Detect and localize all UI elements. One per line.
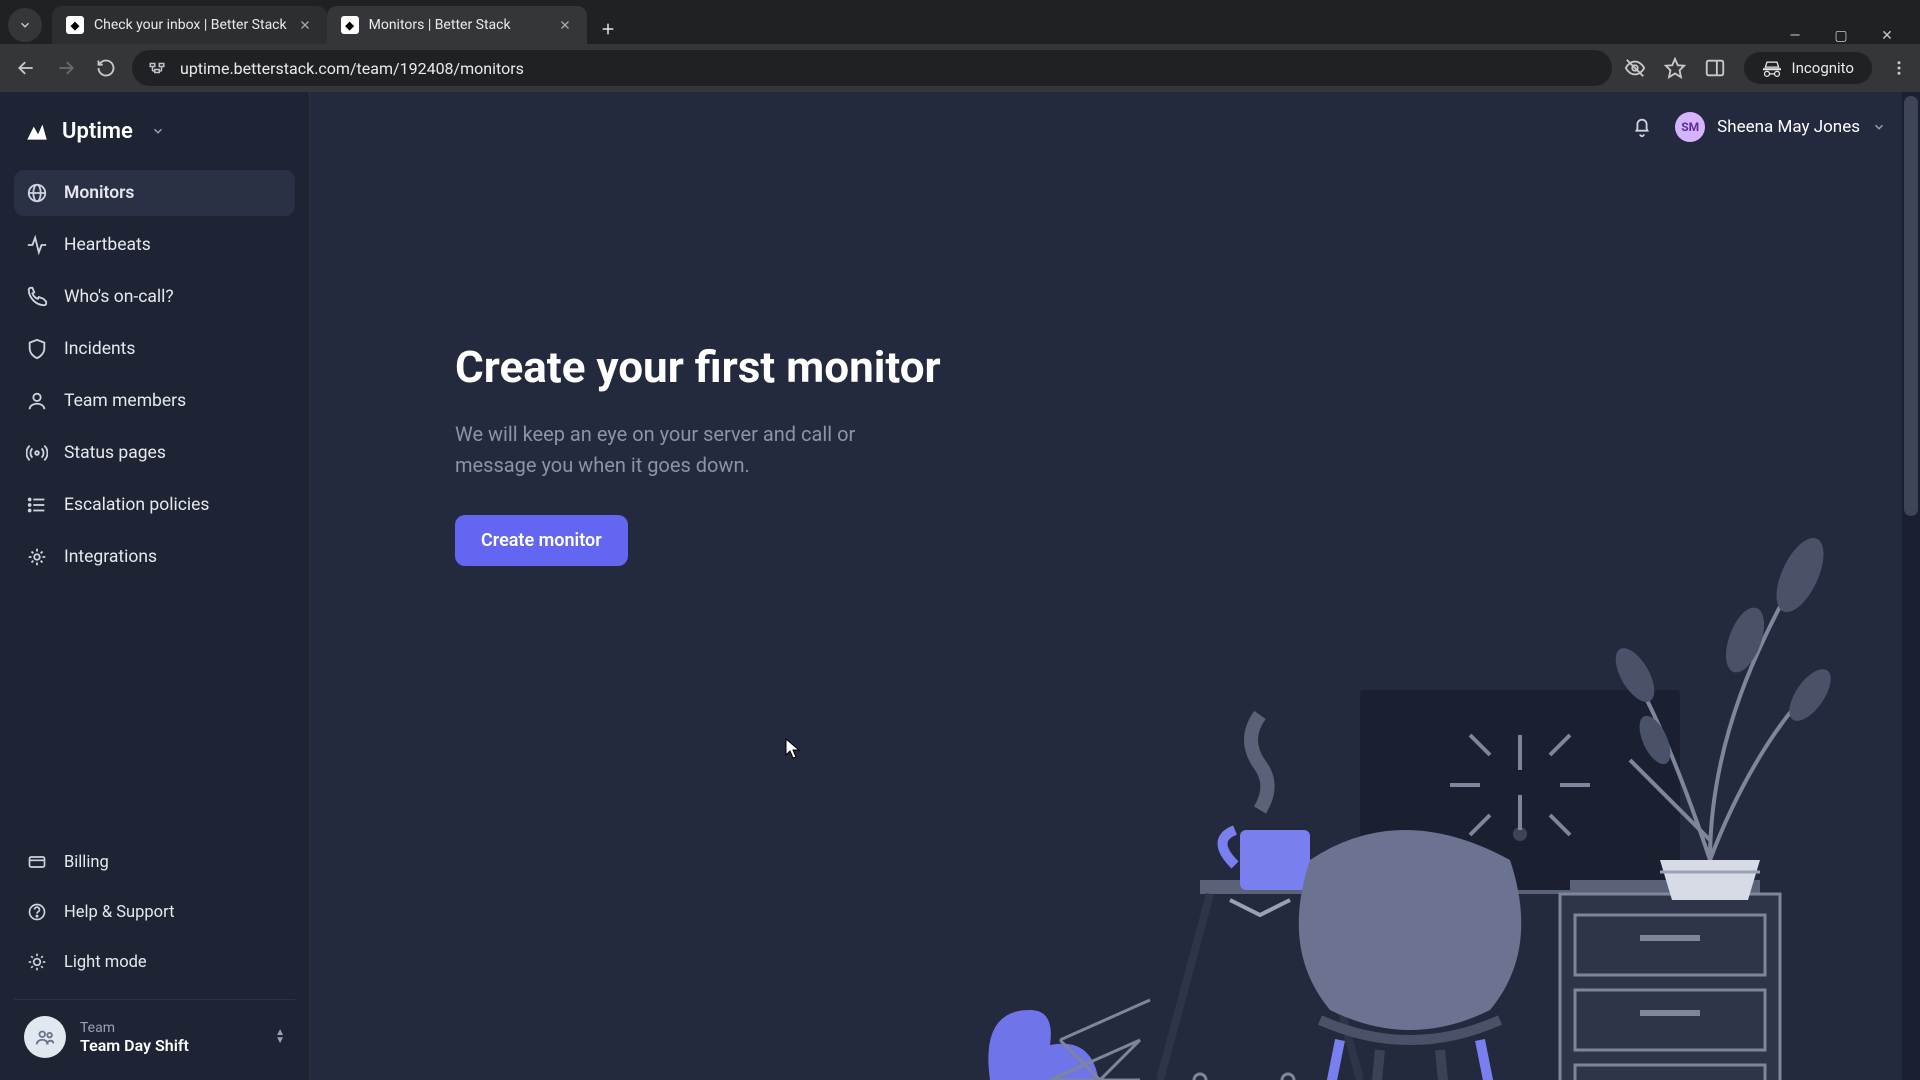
create-monitor-button[interactable]: Create monitor — [455, 515, 628, 566]
search-tabs-button[interactable] — [8, 8, 42, 42]
tab-close-button[interactable] — [557, 17, 573, 33]
credit-card-icon — [26, 851, 48, 873]
user-icon — [26, 390, 48, 412]
list-icon — [26, 494, 48, 516]
help-icon — [26, 901, 48, 923]
incognito-icon — [1762, 58, 1782, 78]
scrollbar[interactable] — [1902, 92, 1920, 1080]
favicon-icon: ◆ — [66, 16, 84, 34]
team-meta: Team Team Day Shift — [80, 1020, 189, 1055]
eye-off-icon[interactable] — [1624, 57, 1646, 79]
sidebar-item-label: Heartbeats — [64, 235, 151, 255]
back-button[interactable] — [12, 54, 40, 82]
side-panel-icon[interactable] — [1704, 57, 1726, 79]
kebab-menu-icon[interactable] — [1890, 59, 1908, 77]
sidebar-item-label: Light mode — [64, 953, 147, 972]
site-settings-icon[interactable] — [148, 59, 166, 77]
toolbar-right: Incognito — [1624, 52, 1908, 84]
globe-icon — [26, 182, 48, 204]
sidebar-item-monitors[interactable]: Monitors — [14, 170, 295, 216]
browser-tab[interactable]: ◆ Monitors | Better Stack — [327, 6, 587, 44]
sidebar-item-label: Who's on-call? — [64, 287, 174, 307]
puzzle-icon — [26, 546, 48, 568]
unfold-icon: ▲▼ — [275, 1029, 285, 1045]
maximize-button[interactable]: ▢ — [1832, 28, 1850, 44]
cursor-icon — [785, 738, 801, 760]
incognito-label: Incognito — [1792, 59, 1854, 77]
sidebar-item-integrations[interactable]: Integrations — [14, 534, 295, 580]
chevron-down-icon — [18, 18, 32, 32]
browser-toolbar: uptime.betterstack.com/team/192408/monit… — [0, 44, 1920, 92]
url-text: uptime.betterstack.com/team/192408/monit… — [180, 59, 1596, 78]
sidebar-item-escalation[interactable]: Escalation policies — [14, 482, 295, 528]
sidebar-item-light-mode[interactable]: Light mode — [14, 939, 295, 985]
reload-button[interactable] — [92, 54, 120, 82]
primary-nav: Monitors Heartbeats Who's on-call? Incid… — [14, 170, 295, 580]
topbar: SM Sheena May Jones — [1597, 92, 1920, 162]
plus-icon — [600, 21, 616, 37]
sidebar-item-label: Status pages — [64, 443, 166, 463]
arrow-left-icon — [16, 58, 36, 78]
sun-icon — [26, 951, 48, 973]
brand-switcher[interactable]: Uptime — [14, 114, 295, 170]
sidebar: Uptime Monitors Heartbeats Who's on-call… — [0, 92, 310, 1080]
sidebar-item-oncall[interactable]: Who's on-call? — [14, 274, 295, 320]
sidebar-item-team-members[interactable]: Team members — [14, 378, 295, 424]
sidebar-item-label: Monitors — [64, 183, 134, 203]
sidebar-item-label: Incidents — [64, 339, 135, 359]
sidebar-item-heartbeats[interactable]: Heartbeats — [14, 222, 295, 268]
sidebar-item-status-pages[interactable]: Status pages — [14, 430, 295, 476]
app-root: Uptime Monitors Heartbeats Who's on-call… — [0, 92, 1920, 1080]
close-icon — [299, 19, 311, 31]
brand-name: Uptime — [62, 119, 133, 144]
activity-icon — [26, 234, 48, 256]
user-avatar: SM — [1675, 112, 1705, 142]
new-tab-button[interactable] — [593, 14, 623, 44]
address-bar[interactable]: uptime.betterstack.com/team/192408/monit… — [132, 50, 1612, 86]
favicon-icon: ◆ — [341, 16, 359, 34]
page-subtitle: We will keep an eye on your server and c… — [455, 419, 875, 481]
notifications-button[interactable] — [1631, 116, 1653, 138]
sidebar-item-label: Team members — [64, 391, 186, 411]
chevron-down-icon — [1872, 120, 1886, 134]
team-switcher[interactable]: Team Team Day Shift ▲▼ — [14, 999, 295, 1066]
window-controls: — ▢ ✕ — [1786, 28, 1920, 44]
arrow-right-icon — [56, 58, 76, 78]
team-avatar-icon — [24, 1016, 66, 1058]
sidebar-item-label: Escalation policies — [64, 495, 209, 515]
incognito-indicator[interactable]: Incognito — [1744, 52, 1872, 84]
sidebar-item-label: Integrations — [64, 547, 157, 567]
minimize-button[interactable]: — — [1786, 28, 1804, 44]
sidebar-item-billing[interactable]: Billing — [14, 839, 295, 885]
sidebar-item-incidents[interactable]: Incidents — [14, 326, 295, 372]
reload-icon — [96, 58, 116, 78]
shield-icon — [26, 338, 48, 360]
tab-title: Check your inbox | Better Stack — [94, 17, 287, 33]
brand-logo-icon — [24, 118, 50, 144]
forward-button[interactable] — [52, 54, 80, 82]
tab-close-button[interactable] — [297, 17, 313, 33]
sidebar-item-label: Help & Support — [64, 903, 174, 922]
secondary-nav: Billing Help & Support Light mode — [14, 839, 295, 985]
browser-chrome: ◆ Check your inbox | Better Stack ◆ Moni… — [0, 0, 1920, 92]
team-label: Team — [80, 1020, 189, 1036]
scrollbar-thumb[interactable] — [1904, 96, 1918, 516]
close-icon — [559, 19, 571, 31]
main-content: SM Sheena May Jones Create your first mo… — [310, 92, 1920, 1080]
broadcast-icon — [26, 442, 48, 464]
user-menu[interactable]: SM Sheena May Jones — [1675, 112, 1886, 142]
empty-state: Create your first monitor We will keep a… — [455, 342, 1015, 566]
close-window-button[interactable]: ✕ — [1878, 28, 1896, 44]
sidebar-item-help[interactable]: Help & Support — [14, 889, 295, 935]
star-icon[interactable] — [1664, 57, 1686, 79]
tab-strip: ◆ Check your inbox | Better Stack ◆ Moni… — [0, 0, 1920, 44]
browser-tab[interactable]: ◆ Check your inbox | Better Stack — [52, 6, 327, 44]
tab-title: Monitors | Better Stack — [369, 17, 547, 33]
phone-icon — [26, 286, 48, 308]
sidebar-item-label: Billing — [64, 853, 109, 872]
team-name: Team Day Shift — [80, 1036, 189, 1055]
user-name: Sheena May Jones — [1717, 117, 1860, 137]
page-title: Create your first monitor — [455, 342, 1015, 393]
chevron-down-icon — [151, 124, 165, 138]
